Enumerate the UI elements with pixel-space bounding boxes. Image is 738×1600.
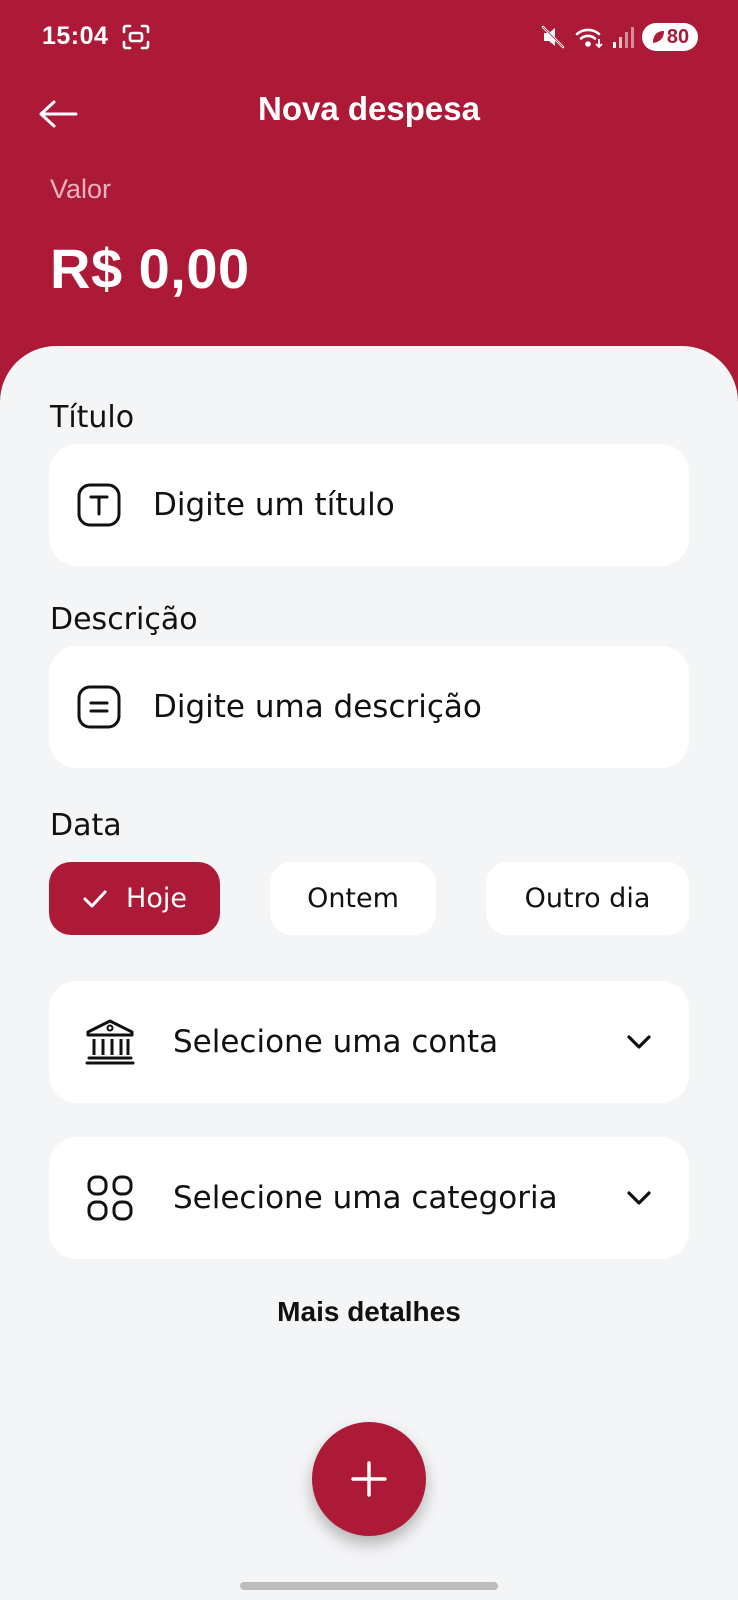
amount-label: Valor bbox=[50, 174, 112, 204]
status-bar: 15:04 80 bbox=[0, 0, 738, 74]
add-button[interactable] bbox=[312, 1422, 426, 1536]
battery-level: 80 bbox=[666, 25, 690, 48]
chevron-down-icon bbox=[623, 1182, 655, 1214]
date-option-label: Hoje bbox=[126, 883, 187, 914]
wifi-icon bbox=[574, 24, 604, 50]
chevron-down-icon bbox=[623, 1026, 655, 1058]
title-placeholder: Digite um título bbox=[153, 487, 395, 523]
page-title: Nova despesa bbox=[258, 90, 480, 127]
account-select-label: Selecione uma conta bbox=[173, 1024, 499, 1060]
description-label: Descrição bbox=[50, 602, 198, 637]
category-grid-icon bbox=[83, 1171, 137, 1225]
amount-input[interactable]: R$ 0,00 bbox=[50, 236, 250, 301]
category-select[interactable]: Selecione uma categoria bbox=[49, 1137, 689, 1259]
date-option-other-day[interactable]: Outro dia bbox=[486, 862, 689, 935]
screen-record-icon bbox=[122, 24, 150, 50]
mute-icon bbox=[540, 24, 566, 50]
home-indicator[interactable] bbox=[240, 1582, 498, 1590]
date-option-today[interactable]: Hoje bbox=[49, 862, 220, 935]
more-details-link[interactable]: Mais detalhes bbox=[0, 1296, 738, 1328]
text-icon bbox=[75, 481, 123, 529]
date-label: Data bbox=[50, 808, 122, 843]
account-select[interactable]: Selecione uma conta bbox=[49, 981, 689, 1103]
date-option-yesterday[interactable]: Ontem bbox=[270, 862, 436, 935]
category-select-label: Selecione uma categoria bbox=[173, 1180, 558, 1216]
description-field[interactable]: Digite uma descrição bbox=[49, 646, 689, 768]
title-field[interactable]: Digite um título bbox=[49, 444, 689, 566]
description-placeholder: Digite uma descrição bbox=[153, 689, 482, 725]
signal-icon bbox=[612, 25, 634, 49]
plus-icon bbox=[351, 1461, 387, 1497]
date-option-label: Ontem bbox=[307, 883, 399, 914]
date-options: Hoje Ontem Outro dia bbox=[49, 862, 689, 935]
date-option-label: Outro dia bbox=[524, 883, 651, 914]
battery-indicator: 80 bbox=[642, 23, 698, 51]
leaf-icon bbox=[652, 31, 664, 43]
description-icon bbox=[75, 683, 123, 731]
bank-icon bbox=[83, 1015, 137, 1069]
title-label: Título bbox=[50, 400, 135, 435]
status-time: 15:04 bbox=[42, 22, 109, 50]
check-icon bbox=[83, 890, 107, 907]
